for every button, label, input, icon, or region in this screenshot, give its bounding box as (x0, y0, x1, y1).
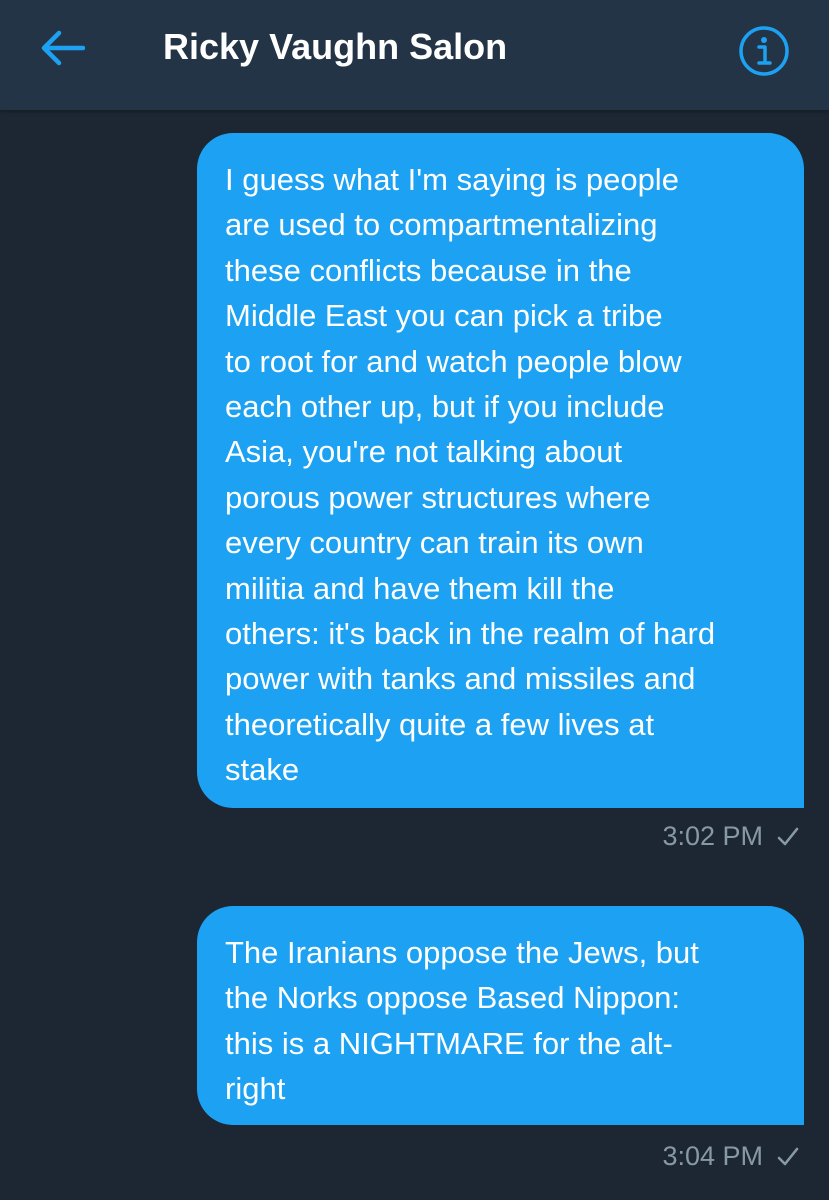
conversation-title: Ricky Vaughn Salon (163, 26, 508, 67)
conversation-header: Ricky Vaughn Salon (0, 0, 829, 110)
message-bubble[interactable]: I guess what I'm saying is people are us… (197, 133, 804, 808)
sent-check-icon (777, 1147, 799, 1165)
back-arrow-icon (41, 30, 85, 66)
message-meta: 3:02 PM (662, 821, 799, 852)
message-timestamp: 3:04 PM (662, 1141, 763, 1171)
back-button[interactable] (34, 24, 90, 72)
info-icon (739, 26, 789, 76)
message-bubble[interactable]: The Iranians oppose the Jews, but the No… (197, 906, 804, 1125)
message-timestamp: 3:02 PM (662, 821, 763, 851)
info-button[interactable] (737, 24, 791, 78)
sent-check-icon (777, 827, 799, 845)
message-meta: 3:04 PM (662, 1141, 799, 1172)
